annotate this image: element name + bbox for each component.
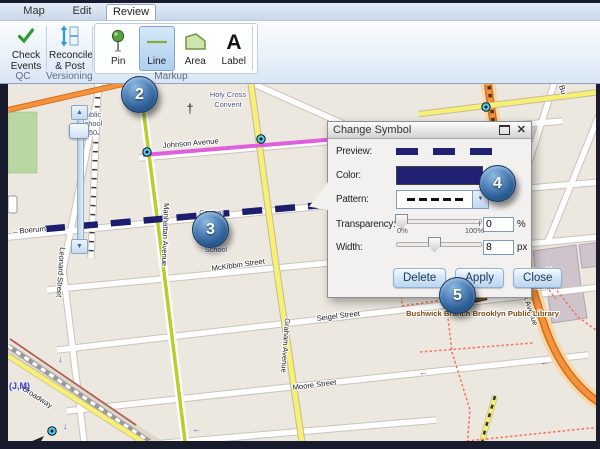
check-events-button[interactable]: Check Events	[6, 24, 46, 72]
library-label: Bushwick Branch Brooklyn Public Library	[406, 309, 560, 318]
ribbon-body: Check Events QC Reconcile & Post Version…	[0, 21, 600, 84]
delete-button[interactable]: Delete	[393, 268, 446, 288]
width-slider[interactable]	[396, 237, 480, 257]
slider-max-label: 100%	[465, 226, 484, 235]
pin-tool-button[interactable]: Pin	[100, 26, 137, 71]
group-divider	[252, 26, 253, 70]
color-swatch[interactable]	[396, 166, 483, 185]
zoom-out-button[interactable]: ▼	[71, 239, 88, 254]
group-label-markup: Markup	[94, 71, 248, 82]
group-divider	[46, 26, 47, 70]
transparency-label: Transparency:	[336, 219, 396, 230]
svg-text:A: A	[226, 31, 241, 54]
pattern-dropdown[interactable]: ▼	[396, 190, 489, 209]
line-icon	[140, 27, 175, 56]
callout-badge-2: 2	[121, 76, 158, 113]
transparency-unit: %	[517, 219, 526, 230]
transparency-input[interactable]	[483, 217, 514, 232]
reconcile-icon	[49, 24, 91, 48]
subway-line-label: (J,M)	[9, 381, 30, 391]
width-label: Width:	[336, 242, 396, 253]
tab-edit[interactable]: Edit	[58, 3, 106, 20]
zoom-in-button[interactable]: ▲	[71, 105, 88, 120]
dialog-body: Preview: Color: Pattern: ▼ Transparency:	[328, 139, 531, 297]
reconcile-post-button[interactable]: Reconcile & Post	[49, 24, 91, 72]
svg-text:←: ←	[540, 357, 549, 367]
callout-badge-3: 3	[192, 211, 229, 248]
transparency-slider[interactable]: 0% 100%	[396, 214, 480, 234]
pin-icon	[101, 27, 136, 56]
cutoff-label-box	[8, 196, 17, 213]
tab-map[interactable]: Map	[10, 3, 58, 20]
svg-text:←: ←	[192, 424, 201, 434]
dialog-title: Change Symbol	[333, 124, 411, 136]
dialog-titlebar[interactable]: Change Symbol ✕	[328, 122, 531, 139]
color-label: Color:	[336, 170, 396, 181]
close-button[interactable]: Close	[513, 268, 562, 288]
ribbon-tab-bar: Map Edit Review	[0, 3, 600, 21]
label-tool-button[interactable]: A Label	[216, 26, 253, 71]
callout-badge-5: 5	[439, 277, 476, 314]
svg-text:↓: ↓	[58, 354, 63, 364]
svg-text:Convent: Convent	[214, 100, 242, 109]
close-icon[interactable]: ✕	[517, 125, 526, 136]
pattern-preview	[397, 198, 472, 201]
preview-dash	[433, 148, 455, 155]
group-divider	[92, 26, 93, 70]
tab-review[interactable]: Review	[106, 4, 156, 20]
width-unit: px	[517, 242, 527, 253]
slider-min-label: 0%	[397, 226, 408, 235]
width-input[interactable]	[483, 240, 514, 255]
label-a-icon: A	[217, 27, 252, 56]
line-tool-button[interactable]: Line	[139, 26, 176, 71]
park-area	[8, 112, 37, 173]
preview-dash	[470, 148, 492, 155]
group-label-versioning: Versioning	[46, 71, 92, 82]
markup-tool-panel: Pin Line Area A Label	[94, 23, 258, 74]
zoom-slider-thumb[interactable]	[69, 123, 89, 139]
group-label-qc: QC	[0, 71, 46, 82]
church-cross-icon: †	[186, 101, 193, 116]
pattern-label: Pattern:	[336, 194, 396, 205]
svg-text:←: ←	[419, 367, 428, 377]
svg-text:↓: ↓	[63, 421, 68, 431]
app-window: { "ribbon": { "tabs": [ {"label": "Map",…	[0, 0, 600, 449]
preview-dash	[396, 148, 418, 155]
width-slider-thumb[interactable]	[428, 237, 441, 252]
area-icon	[178, 27, 213, 56]
symbol-preview	[396, 148, 492, 156]
callout-badge-4: 4	[479, 165, 516, 202]
svg-text:Holy Cross: Holy Cross	[210, 90, 246, 99]
preview-label: Preview:	[336, 146, 396, 157]
change-symbol-dialog: Change Symbol ✕ Preview: Color: Pattern:…	[327, 121, 532, 298]
check-icon	[6, 24, 46, 48]
ribbon: Map Edit Review Check Events QC Reconc	[0, 0, 600, 84]
area-tool-button[interactable]: Area	[177, 26, 214, 71]
maximize-icon[interactable]	[499, 125, 510, 135]
